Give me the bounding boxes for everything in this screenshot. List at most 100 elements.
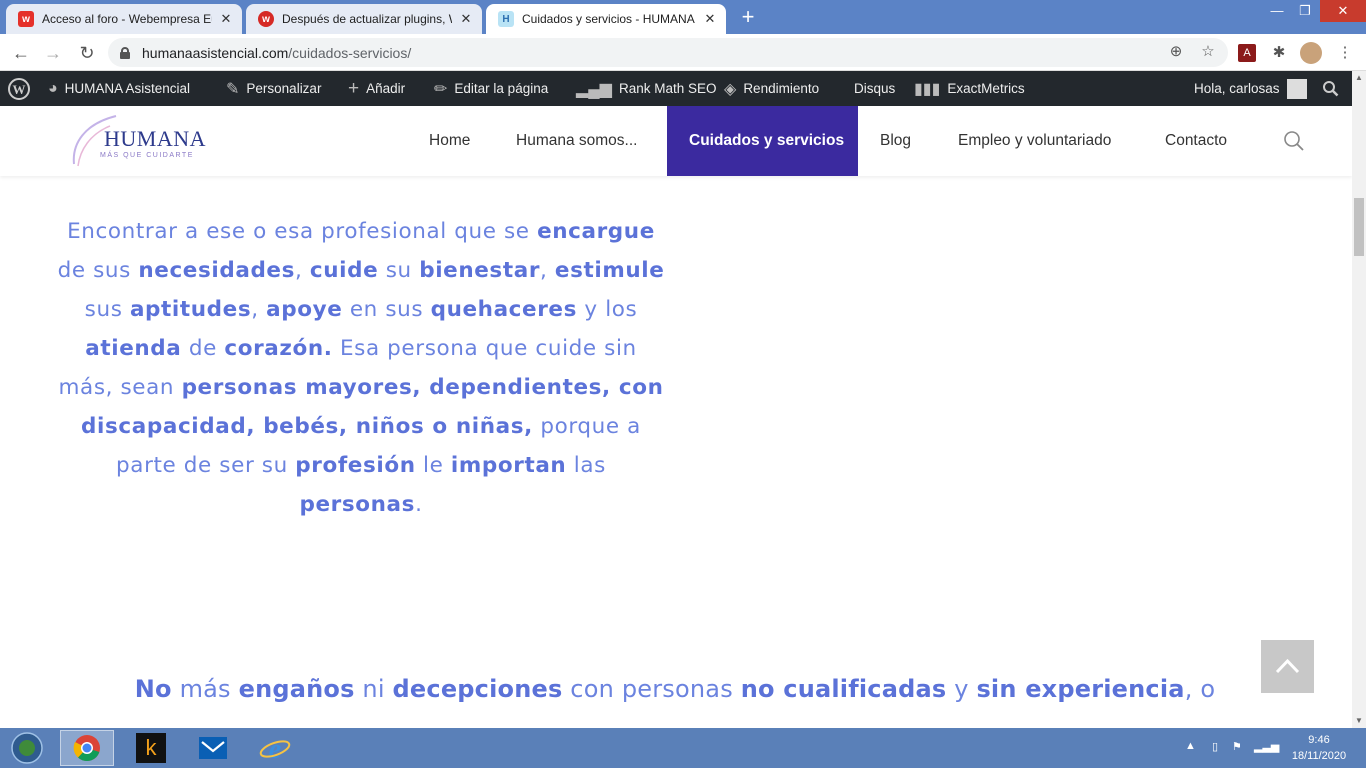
adminbar-add[interactable]: + Añadir (348, 71, 405, 106)
body-text: su (378, 258, 420, 283)
logo-wordmark: HUMANA (104, 126, 206, 151)
tab-title: Cuidados y servicios - HUMANA (522, 12, 695, 26)
reload-icon[interactable]: ↻ (74, 40, 100, 66)
body-text: , (251, 297, 267, 322)
nav-humana-somos[interactable]: Humana somos... (516, 106, 637, 176)
start-button[interactable] (2, 730, 52, 766)
nav-empleo-voluntariado[interactable]: Empleo y voluntariado (958, 106, 1111, 176)
plus-icon: + (348, 77, 360, 99)
taskbar-k-app[interactable]: k (124, 730, 178, 766)
address-bar[interactable]: humanaasistencial.com/cuidados-servicios… (108, 38, 1228, 67)
profile-avatar-icon[interactable] (1300, 42, 1322, 64)
taskbar-internet-explorer[interactable]: e (248, 730, 302, 766)
wp-admin-bar: W ◕ HUMANA Asistencial ✎ Personalizar + … (0, 71, 1352, 106)
emphasis-text: sin experiencia (976, 675, 1185, 703)
adminbar-account[interactable]: Hola, carlosas (1194, 71, 1307, 106)
adminbar-disqus[interactable]: Disqus (854, 71, 895, 106)
close-window-icon[interactable]: ✕ (1320, 0, 1366, 22)
dashboard-gauge-icon: ◕ (48, 79, 58, 97)
emphasis-text: aptitudes (129, 297, 252, 322)
emphasis-text: engaños (238, 675, 355, 703)
nav-cuidados-servicios[interactable]: Cuidados y servicios (667, 106, 858, 176)
scroll-to-top-button[interactable] (1261, 640, 1314, 693)
adminbar-site[interactable]: ◕ HUMANA Asistencial (48, 71, 190, 106)
adminbar-exactmetrics[interactable]: ▮▮▮ ExactMetrics (914, 71, 1025, 106)
emphasis-text: importan (450, 453, 567, 478)
adminbar-search-icon[interactable] (1322, 71, 1339, 106)
adminbar-rankmath-label: Rank Math SEO (618, 81, 717, 96)
body-text: y (946, 675, 977, 703)
pdf-extension-icon[interactable]: A (1238, 44, 1256, 62)
clock-time: 9:46 (1308, 734, 1330, 746)
scroll-down-arrow-icon[interactable]: ▼ (1352, 714, 1366, 728)
windows-taskbar: k e ▲ ▯ ⚑ ▂▃▅ 9:46 18/11/2020 (0, 728, 1366, 768)
page-scrollbar[interactable]: ▲ ▼ (1352, 71, 1366, 728)
adminbar-customize[interactable]: ✎ Personalizar (226, 71, 321, 106)
adminbar-site-label: HUMANA Asistencial (64, 81, 190, 96)
emphasis-text: no cualificadas (740, 675, 947, 703)
body-text: Encontrar a ese o esa profesional que se (67, 219, 538, 244)
body-text: , (540, 258, 555, 283)
nav-home[interactable]: Home (429, 106, 470, 176)
emphasis-text: apoye (266, 297, 343, 322)
new-tab-icon[interactable]: + (736, 6, 760, 30)
body-text: las (566, 453, 606, 478)
taskbar-mail[interactable] (186, 730, 240, 766)
emphasis-text: corazón. (224, 336, 333, 361)
site-search-icon[interactable] (1283, 130, 1305, 152)
svg-text:W: W (13, 82, 26, 97)
pencil-icon: ✏ (434, 80, 448, 98)
emphasis-text: atienda (85, 336, 182, 361)
tab-despues-actualizar[interactable]: w Después de actualizar plugins, W ✕ (246, 4, 482, 34)
back-arrow-icon[interactable]: ← (8, 40, 34, 66)
webempresa-favicon-icon: w (18, 11, 34, 27)
scroll-up-arrow-icon[interactable]: ▲ (1352, 71, 1366, 85)
page-content: Encontrar a ese o esa profesional que se… (0, 176, 1352, 728)
minimize-window-icon[interactable]: — (1262, 0, 1292, 22)
body-text: . (415, 492, 423, 517)
tab-cuidados-servicios[interactable]: H Cuidados y servicios - HUMANA ✕ (486, 4, 726, 34)
forward-arrow-icon[interactable]: → (40, 40, 66, 66)
emphasis-text: quehaceres (430, 297, 577, 322)
taskbar-chrome[interactable] (60, 730, 114, 766)
emphasis-text: encargue (537, 219, 655, 244)
browser-tab-strip: w Acceso al foro - Webempresa Eu ✕ w Des… (0, 0, 1366, 34)
tray-expand-icon[interactable]: ▲ (1185, 740, 1196, 752)
logo-tagline: MÁS QUE CUIDARTE (100, 152, 194, 159)
tab-acceso-foro[interactable]: w Acceso al foro - Webempresa Eu ✕ (6, 4, 242, 34)
adminbar-rankmath[interactable]: ▂▄▆ Rank Math SEO (576, 71, 717, 106)
adminbar-performance[interactable]: ◈ Rendimiento (724, 71, 819, 106)
scroll-thumb[interactable] (1354, 198, 1364, 256)
extensions-puzzle-icon[interactable]: ✱ (1268, 42, 1290, 64)
close-tab-icon[interactable]: ✕ (218, 11, 234, 27)
taskbar-clock[interactable]: 9:46 18/11/2020 (1284, 732, 1354, 764)
emphasis-text: profesión (295, 453, 416, 478)
wordpress-logo-icon[interactable]: W (8, 71, 30, 106)
tab-title: Después de actualizar plugins, W (282, 12, 452, 26)
adminbar-edit-page[interactable]: ✏ Editar la página (434, 71, 548, 106)
clock-date: 18/11/2020 (1291, 750, 1347, 762)
restore-window-icon[interactable]: ❐ (1290, 0, 1320, 22)
nav-contacto[interactable]: Contacto (1165, 106, 1227, 176)
second-paragraph: No más engaños ni decepciones con person… (60, 670, 1290, 708)
bookmark-star-icon[interactable]: ☆ (1198, 42, 1218, 62)
menu-kebab-icon[interactable]: ⋮ (1334, 42, 1356, 64)
humana-favicon-icon: H (498, 11, 514, 27)
network-signal-icon[interactable]: ▂▃▅ (1254, 740, 1279, 753)
chrome-icon (73, 735, 100, 762)
adminbar-add-label: Añadir (366, 81, 406, 96)
nav-blog[interactable]: Blog (880, 106, 911, 176)
action-center-flag-icon[interactable]: ⚑ (1232, 740, 1242, 753)
emphasis-text: estimule (554, 258, 665, 283)
close-tab-icon[interactable]: ✕ (702, 11, 718, 27)
battery-icon[interactable]: ▯ (1212, 740, 1218, 753)
body-text: de (181, 336, 225, 361)
zoom-icon[interactable]: ⊕ (1166, 42, 1186, 62)
body-text: más (171, 675, 239, 703)
close-tab-icon[interactable]: ✕ (458, 11, 474, 27)
bar-chart-icon: ▮▮▮ (914, 80, 941, 98)
humana-logo[interactable]: HUMANA MÁS QUE CUIDARTE (70, 112, 206, 170)
body-text: y los (577, 297, 638, 322)
body-text: le (415, 453, 451, 478)
site-header: HUMANA MÁS QUE CUIDARTE Home Humana somo… (0, 106, 1352, 176)
